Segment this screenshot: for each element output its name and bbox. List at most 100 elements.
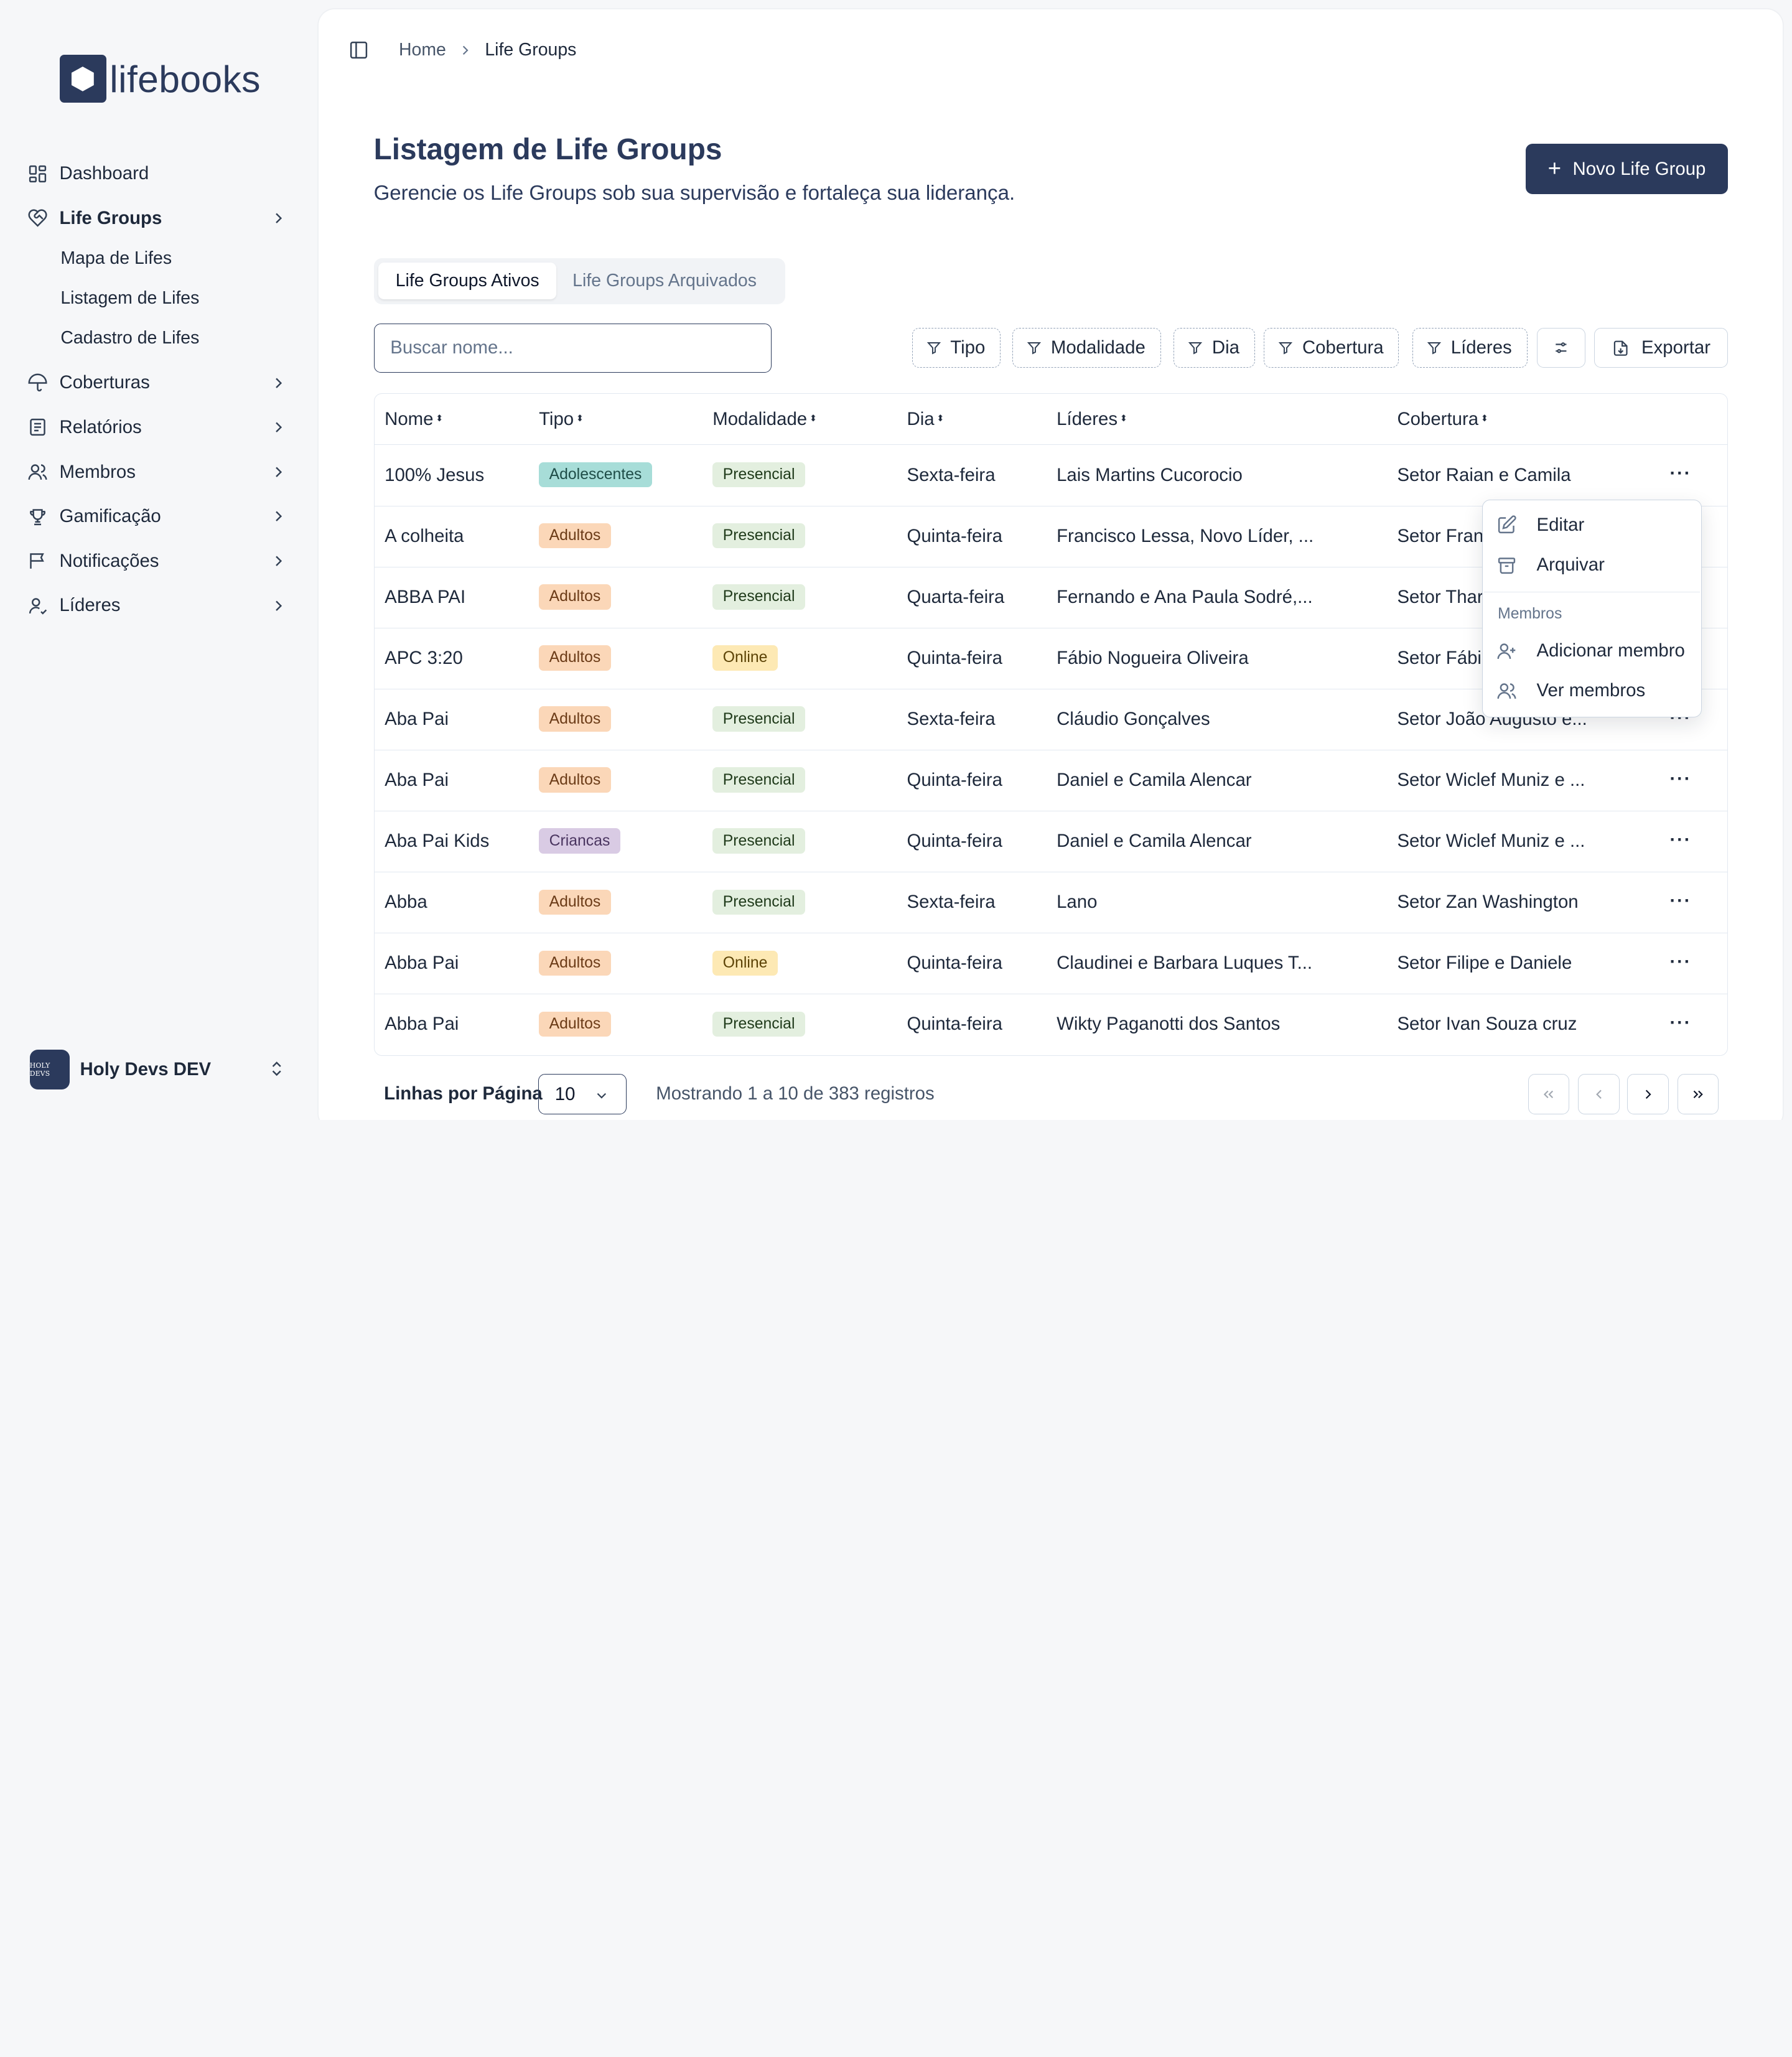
last-page-button[interactable] [1678,1074,1719,1114]
users-icon [27,462,48,482]
sidebar-item-membros[interactable]: Membros [27,452,292,491]
cell-cobertura: Setor Fábi [1397,647,1482,668]
cell-nome: Aba Pai Kids [385,831,490,852]
search-input[interactable] [373,323,772,373]
row-actions-button[interactable]: ··· [1669,1012,1692,1035]
filter-cobertura-button[interactable]: Cobertura [1264,328,1399,368]
chevron-right-icon [1645,1089,1651,1099]
sidebar-subitem-cadastro[interactable]: Cadastro de Lifes [60,321,199,355]
umbrella-icon [27,373,48,393]
header-label: Dia [907,408,935,429]
sort-icon: ⬍ [1119,414,1128,424]
badge-modalidade: Presencial [712,584,805,610]
badge-modalidade: Presencial [712,767,805,793]
cell-nome: Abba Pai [385,1014,459,1035]
rows-per-page-select[interactable]: 10 [538,1074,627,1114]
logo-hexagon-icon [59,55,106,103]
cell-lideres: Daniel e Camila Alencar [1057,831,1252,852]
row-actions-button[interactable]: ··· [1669,828,1692,851]
sidebar-item-gamificacao[interactable]: Gamificação [27,497,292,536]
badge-tipo: Adultos [539,584,611,610]
menu-item-add-member[interactable]: Adicionar membro [1496,634,1689,668]
cell-dia: Quinta-feira [907,1014,1002,1035]
row-actions-button[interactable]: ··· [1669,951,1692,974]
tab-active-groups[interactable]: Life Groups Ativos [378,263,557,300]
badge-tipo: Adultos [539,523,611,549]
cell-nome: Abba [385,892,427,913]
chevron-up-down-icon [272,1061,281,1076]
dashboard-icon [27,164,48,184]
user-switcher[interactable]: HOLY DEVS Holy Devs DEV [29,1049,292,1090]
sidebar-toggle-icon[interactable] [348,40,369,60]
column-header-cobertura[interactable]: Cobertura ⬍ [1397,409,1488,430]
row-actions-button[interactable]: ··· [1669,767,1692,790]
table-row[interactable]: Abba Pai Adultos Online Quinta-feira Claudin… [374,933,1728,995]
cell-lideres: Fernando e Ana Paula Sodré,... [1057,586,1313,607]
cell-nome: 100% Jesus [385,464,485,485]
prev-page-button[interactable] [1578,1074,1620,1114]
sidebar-item-lideres[interactable]: Líderes [27,586,292,625]
sidebar-item-label: Notificações [59,550,159,571]
column-header-lideres[interactable]: Líderes ⬍ [1057,409,1127,430]
first-page-button[interactable] [1528,1074,1569,1114]
badge-tipo: Adultos [539,706,611,732]
row-actions-button[interactable]: ··· [1669,890,1692,913]
table-row[interactable]: Abba Pai Adultos Presencial Quinta-feira Wik… [375,994,1727,1055]
sidebar-item-life-groups[interactable]: Life Groups [27,199,292,238]
menu-section-label: Membros [1498,605,1562,622]
sidebar: lifebooks Dashboard Life Groups Mapa de … [0,0,319,1120]
filter-lideres-button[interactable]: Líderes [1412,328,1528,368]
new-life-group-button[interactable]: + Novo Life Group [1525,144,1729,195]
table-row[interactable]: Aba Pai Adultos Presencial Quinta-feira Dani… [374,750,1728,811]
cell-cobertura: Setor Fran [1397,525,1484,546]
main-panel: Home Life Groups Listagem de Life Groups… [319,9,1783,1120]
menu-item-view-members[interactable]: Ver membros [1496,674,1689,708]
sidebar-subitem-mapa[interactable]: Mapa de Lifes [60,241,172,276]
sidebar-item-dashboard[interactable]: Dashboard [27,154,292,193]
chevrons-right-icon [1694,1090,1704,1098]
export-button[interactable]: Exportar [1594,328,1729,368]
table-row[interactable]: 100% Jesus Adolescentes Presencial Sexta-fe… [374,445,1728,506]
column-header-dia[interactable]: Dia ⬍ [907,409,944,430]
sidebar-item-coberturas[interactable]: Coberturas [27,363,292,402]
header-label: Modalidade [712,408,808,429]
column-header-nome[interactable]: Nome ⬍ [385,409,443,430]
cell-cobertura: Setor Wiclef Muniz e ... [1397,770,1585,791]
status-tabs: Life Groups Ativos Life Groups Arquivado… [373,258,785,304]
sidebar-item-relatorios[interactable]: Relatórios [27,408,292,447]
brand-logo[interactable]: lifebooks [59,55,261,103]
tab-archived-groups[interactable]: Life Groups Arquivados [572,263,757,299]
row-actions-button[interactable]: ··· [1669,462,1692,485]
cell-nome: Abba Pai [385,953,459,974]
chevron-right-icon [276,213,282,223]
archive-icon [1498,557,1516,574]
menu-item-edit[interactable]: Editar [1496,508,1689,542]
column-settings-button[interactable] [1537,328,1585,368]
filter-modalidade-button[interactable]: Modalidade [1012,328,1161,368]
edit-icon [1498,515,1516,534]
table-row[interactable]: Aba Pai Kids Criancas Presencial Quinta-fei… [374,811,1728,873]
table-row[interactable]: Abba Adultos Presencial Sexta-feira Lano Seto… [374,872,1728,934]
message-flag-icon [27,551,48,571]
cell-lideres: Lais Martins Cucorocio [1057,464,1243,485]
avatar: HOLY DEVS [29,1049,70,1090]
export-label: Exportar [1641,337,1711,358]
sidebar-item-label: Gamificação [59,506,161,527]
cell-cobertura: Setor Zan Washington [1397,892,1579,913]
badge-modalidade: Online [712,950,778,976]
sidebar-subitem-listagem[interactable]: Listagem de Lifes [60,281,199,315]
sidebar-item-label: Líderes [59,595,121,616]
cell-cobertura: Setor Ivan Souza cruz [1397,1014,1577,1035]
menu-item-archive[interactable]: Arquivar [1496,548,1689,582]
sidebar-item-notificacoes[interactable]: Notificações [27,542,292,581]
column-header-tipo[interactable]: Tipo ⬍ [539,409,584,430]
filter-dia-button[interactable]: Dia [1174,328,1255,368]
breadcrumb-home[interactable]: Home [399,40,446,60]
badge-modalidade: Presencial [712,1011,805,1037]
cell-lideres: Daniel e Camila Alencar [1057,770,1252,791]
column-header-modalidade[interactable]: Modalidade ⬍ [712,409,817,430]
filter-tipo-button[interactable]: Tipo [912,328,1001,368]
menu-item-label: Ver membros [1536,680,1646,701]
next-page-button[interactable] [1627,1074,1669,1114]
sidebar-item-label: Life Groups [59,207,162,228]
